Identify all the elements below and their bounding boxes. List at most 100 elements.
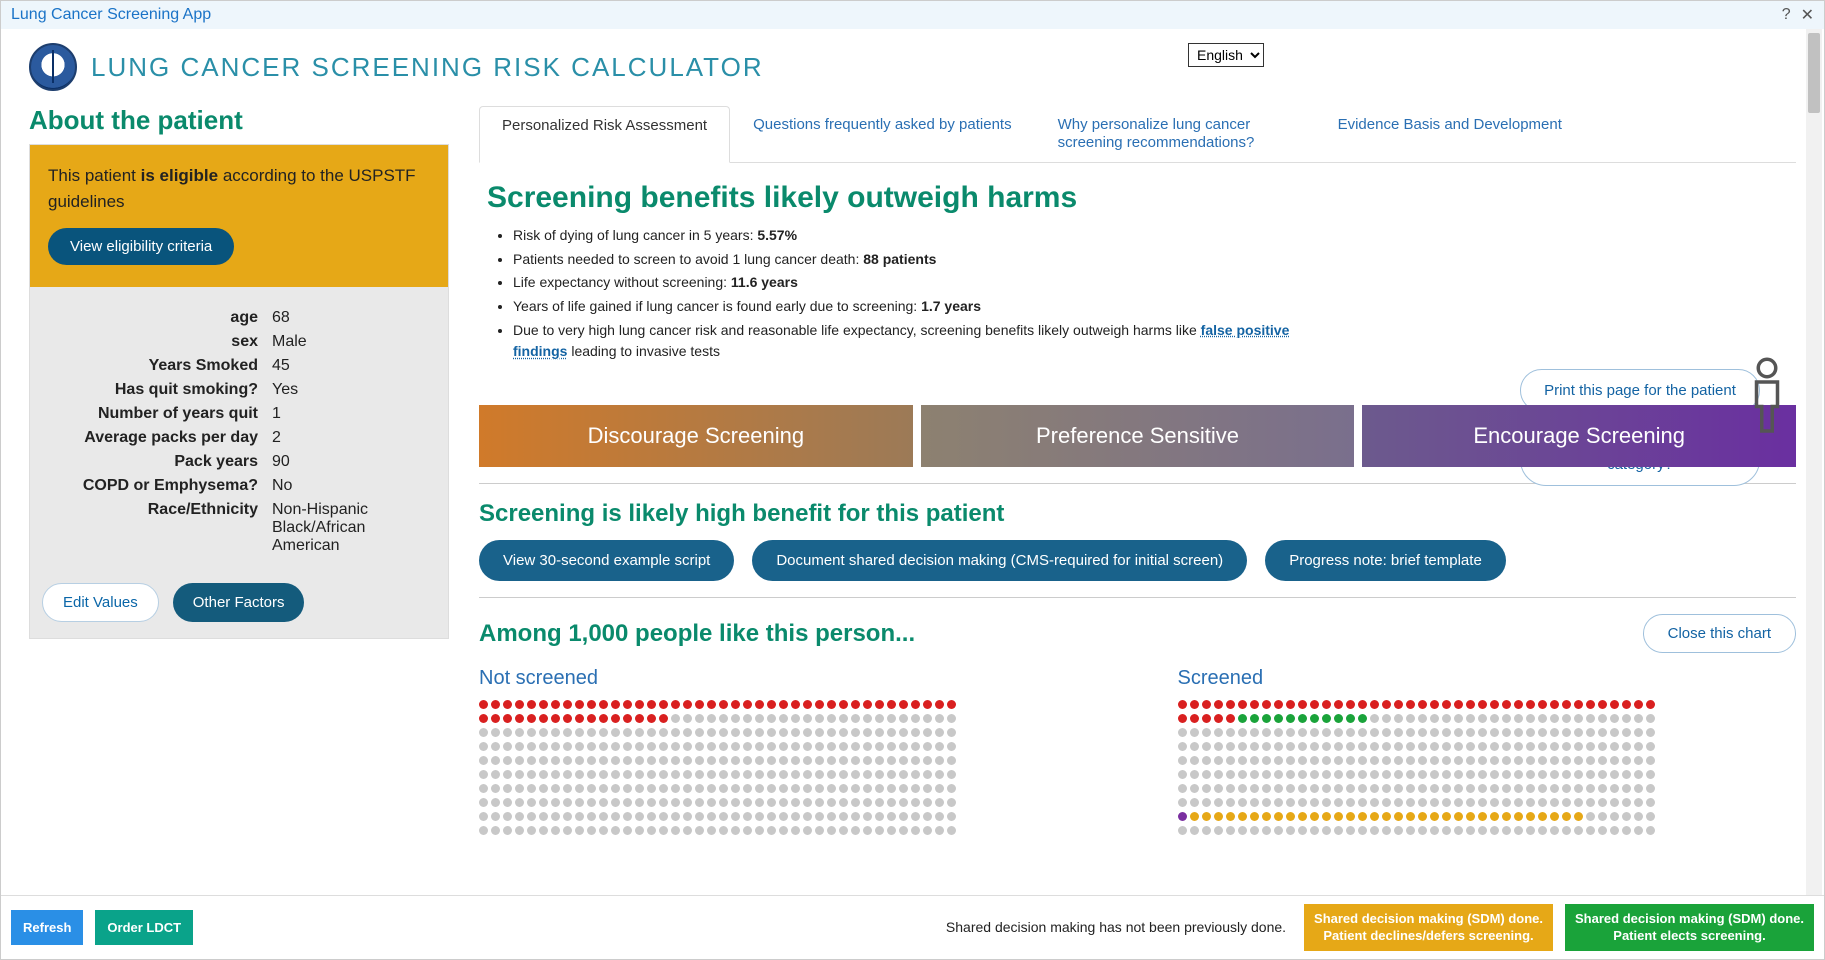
- view-script-button[interactable]: View 30-second example script: [479, 540, 734, 581]
- dot: [1454, 714, 1463, 723]
- dot: [1634, 826, 1643, 835]
- dot: [791, 826, 800, 835]
- other-factors-button[interactable]: Other Factors: [173, 583, 305, 622]
- dot: [1250, 826, 1259, 835]
- dot: [1346, 826, 1355, 835]
- dot: [503, 826, 512, 835]
- help-icon[interactable]: ?: [1782, 6, 1791, 24]
- dot: [659, 756, 668, 765]
- dot: [1514, 770, 1523, 779]
- dot: [935, 798, 944, 807]
- dot: [1358, 798, 1367, 807]
- scrollbar-thumb[interactable]: [1808, 33, 1820, 113]
- dot: [1214, 812, 1223, 821]
- dot: [1538, 700, 1547, 709]
- refresh-button[interactable]: Refresh: [11, 910, 83, 945]
- dot: [1442, 784, 1451, 793]
- close-chart-button[interactable]: Close this chart: [1643, 614, 1796, 653]
- sdm-elects-button[interactable]: Shared decision making (SDM) done. Patie…: [1565, 904, 1814, 951]
- dot: [815, 798, 824, 807]
- dot: [1214, 742, 1223, 751]
- dot: [1430, 770, 1439, 779]
- vertical-scrollbar[interactable]: [1806, 29, 1822, 895]
- dot: [611, 756, 620, 765]
- dot: [851, 784, 860, 793]
- dot: [1466, 798, 1475, 807]
- dot: [1394, 770, 1403, 779]
- dot: [671, 742, 680, 751]
- dot: [779, 728, 788, 737]
- dot: [1646, 812, 1655, 821]
- dot: [1526, 728, 1535, 737]
- tab-personalized-risk[interactable]: Personalized Risk Assessment: [479, 106, 730, 163]
- dot: [719, 798, 728, 807]
- dot: [1454, 742, 1463, 751]
- patient-row-value: Male: [272, 333, 436, 351]
- dot: [899, 826, 908, 835]
- dot: [1250, 714, 1259, 723]
- dot: [707, 784, 716, 793]
- dot: [599, 770, 608, 779]
- dot: [1610, 798, 1619, 807]
- dot: [1358, 784, 1367, 793]
- dot: [575, 714, 584, 723]
- dot: [1202, 798, 1211, 807]
- dot: [1406, 700, 1415, 709]
- dot: [1538, 812, 1547, 821]
- dot: [1310, 742, 1319, 751]
- dot: [623, 756, 632, 765]
- dot: [719, 756, 728, 765]
- dot: [515, 714, 524, 723]
- dot: [1274, 714, 1283, 723]
- dot: [767, 826, 776, 835]
- dot: [1190, 812, 1199, 821]
- dot: [1262, 742, 1271, 751]
- patient-row-value: 90: [272, 453, 436, 471]
- dot: [671, 756, 680, 765]
- dot: [1370, 770, 1379, 779]
- dot: [611, 714, 620, 723]
- dot: [1466, 728, 1475, 737]
- sdm-declines-button[interactable]: Shared decision making (SDM) done. Patie…: [1304, 904, 1553, 951]
- dot: [1238, 756, 1247, 765]
- dot: [503, 728, 512, 737]
- dot: [707, 798, 716, 807]
- view-eligibility-criteria-button[interactable]: View eligibility criteria: [48, 228, 234, 265]
- tab-why-personalize[interactable]: Why personalize lung cancer screening re…: [1035, 105, 1315, 162]
- tab-faq[interactable]: Questions frequently asked by patients: [730, 105, 1035, 162]
- dot: [1526, 770, 1535, 779]
- dot: [635, 700, 644, 709]
- dot: [1442, 742, 1451, 751]
- document-sdm-button[interactable]: Document shared decision making (CMS-req…: [752, 540, 1247, 581]
- close-icon[interactable]: ✕: [1801, 5, 1814, 25]
- dot: [1490, 742, 1499, 751]
- dot: [767, 700, 776, 709]
- order-ldct-button[interactable]: Order LDCT: [95, 910, 193, 945]
- dot: [527, 784, 536, 793]
- dot: [947, 728, 956, 737]
- dot: [1322, 770, 1331, 779]
- language-select[interactable]: English: [1188, 43, 1264, 67]
- dot: [611, 798, 620, 807]
- progress-note-button[interactable]: Progress note: brief template: [1265, 540, 1506, 581]
- dot: [659, 770, 668, 779]
- dot: [1322, 756, 1331, 765]
- dot: [707, 742, 716, 751]
- patient-row: Years Smoked45: [42, 357, 436, 375]
- dot: [887, 812, 896, 821]
- dot: [479, 784, 488, 793]
- edit-values-button[interactable]: Edit Values: [42, 583, 159, 622]
- dot: [491, 770, 500, 779]
- tab-evidence[interactable]: Evidence Basis and Development: [1315, 105, 1585, 162]
- dot: [1262, 700, 1271, 709]
- dot: [1442, 728, 1451, 737]
- dot: [839, 728, 848, 737]
- dot: [863, 700, 872, 709]
- dot: [515, 700, 524, 709]
- dot: [791, 700, 800, 709]
- dot: [887, 798, 896, 807]
- dot: [803, 700, 812, 709]
- dot: [1202, 812, 1211, 821]
- dot: [731, 700, 740, 709]
- dot: [827, 714, 836, 723]
